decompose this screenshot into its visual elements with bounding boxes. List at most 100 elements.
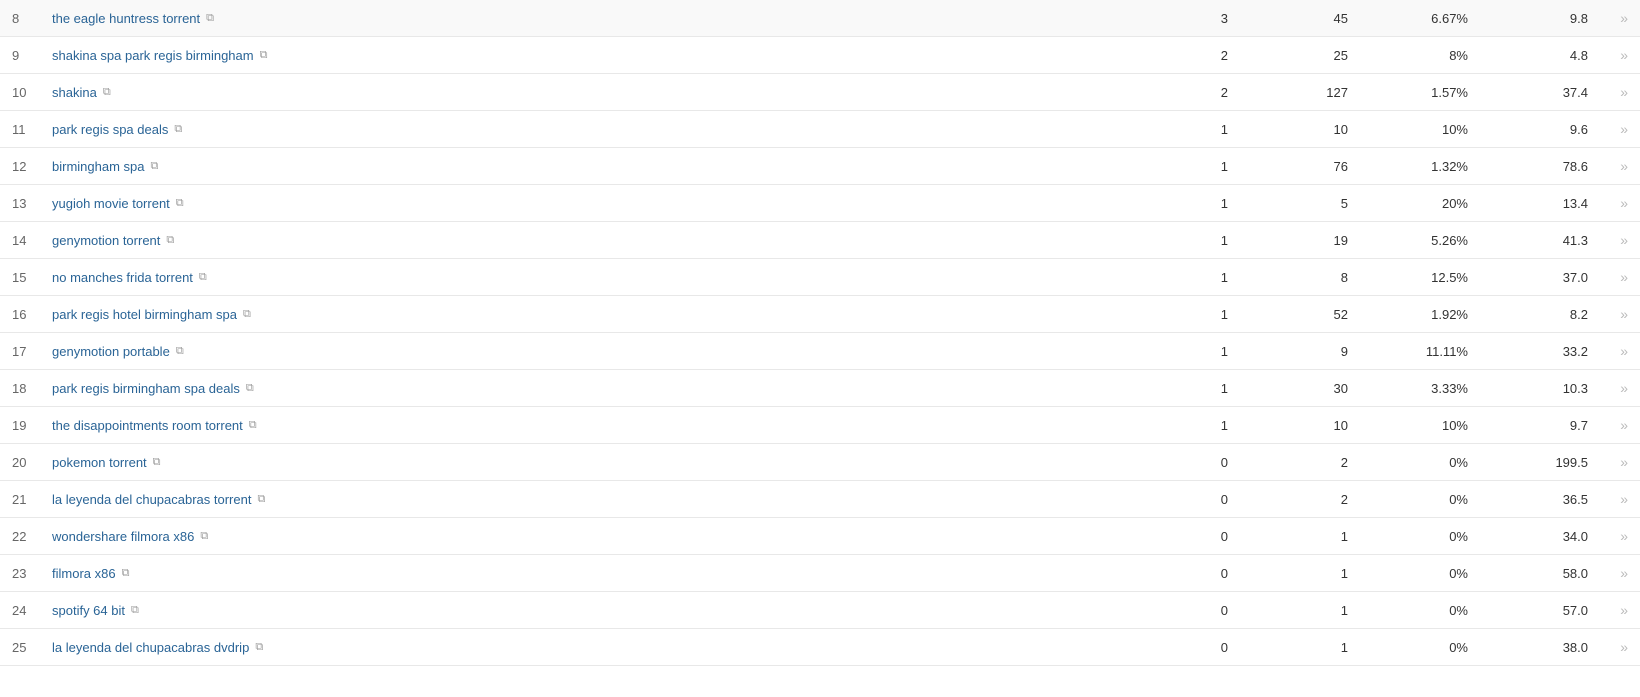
position-cell: 13.4 xyxy=(1480,185,1600,222)
keyword-link[interactable]: shakina xyxy=(52,85,97,100)
external-link-icon[interactable]: ⧉ xyxy=(206,12,214,25)
chevron-cell[interactable]: » xyxy=(1600,518,1640,555)
keyword-cell: shakina spa park regis birmingham ⧉ xyxy=(40,37,1120,74)
external-link-icon[interactable]: ⧉ xyxy=(174,123,182,136)
external-link-icon[interactable]: ⧉ xyxy=(257,493,265,506)
table-row: 17 genymotion portable ⧉ 1 9 11.11% 33.2… xyxy=(0,333,1640,370)
clicks-cell: 1 xyxy=(1120,407,1240,444)
keyword-link[interactable]: la leyenda del chupacabras torrent xyxy=(52,492,251,507)
keyword-link[interactable]: spotify 64 bit xyxy=(52,603,125,618)
chevron-icon: » xyxy=(1620,565,1628,581)
chevron-cell[interactable]: » xyxy=(1600,222,1640,259)
ctr-cell: 0% xyxy=(1360,629,1480,666)
external-link-icon[interactable]: ⧉ xyxy=(200,530,208,543)
chevron-cell[interactable]: » xyxy=(1600,444,1640,481)
external-link-icon[interactable]: ⧉ xyxy=(249,419,257,432)
keyword-link[interactable]: birmingham spa xyxy=(52,159,145,174)
chevron-cell[interactable]: » xyxy=(1600,481,1640,518)
chevron-cell[interactable]: » xyxy=(1600,370,1640,407)
chevron-cell[interactable]: » xyxy=(1600,296,1640,333)
impressions-cell: 25 xyxy=(1240,37,1360,74)
position-cell: 58.0 xyxy=(1480,555,1600,592)
chevron-cell[interactable]: » xyxy=(1600,148,1640,185)
table-row: 21 la leyenda del chupacabras torrent ⧉ … xyxy=(0,481,1640,518)
ctr-cell: 0% xyxy=(1360,518,1480,555)
keyword-link[interactable]: yugioh movie torrent xyxy=(52,196,170,211)
position-cell: 9.6 xyxy=(1480,111,1600,148)
external-link-icon[interactable]: ⧉ xyxy=(151,160,159,173)
clicks-cell: 1 xyxy=(1120,148,1240,185)
keyword-link[interactable]: filmora x86 xyxy=(52,566,116,581)
keyword-link[interactable]: park regis hotel birmingham spa xyxy=(52,307,237,322)
position-cell: 8.2 xyxy=(1480,296,1600,333)
external-link-icon[interactable]: ⧉ xyxy=(255,641,263,654)
chevron-cell[interactable]: » xyxy=(1600,185,1640,222)
impressions-cell: 10 xyxy=(1240,111,1360,148)
ctr-cell: 10% xyxy=(1360,407,1480,444)
keyword-link[interactable]: genymotion portable xyxy=(52,344,170,359)
ctr-cell: 20% xyxy=(1360,185,1480,222)
keyword-cell: wondershare filmora x86 ⧉ xyxy=(40,518,1120,555)
keyword-link[interactable]: park regis spa deals xyxy=(52,122,168,137)
chevron-icon: » xyxy=(1620,158,1628,174)
impressions-cell: 5 xyxy=(1240,185,1360,222)
external-link-icon[interactable]: ⧉ xyxy=(131,604,139,617)
row-number: 10 xyxy=(0,74,40,111)
chevron-cell[interactable]: » xyxy=(1600,629,1640,666)
external-link-icon[interactable]: ⧉ xyxy=(153,456,161,469)
row-number: 18 xyxy=(0,370,40,407)
external-link-icon[interactable]: ⧉ xyxy=(246,382,254,395)
keyword-link[interactable]: genymotion torrent xyxy=(52,233,160,248)
keyword-link[interactable]: the eagle huntress torrent xyxy=(52,11,200,26)
external-link-icon[interactable]: ⧉ xyxy=(243,308,251,321)
clicks-cell: 1 xyxy=(1120,222,1240,259)
row-number: 24 xyxy=(0,592,40,629)
chevron-icon: » xyxy=(1620,380,1628,396)
row-number: 16 xyxy=(0,296,40,333)
external-link-icon[interactable]: ⧉ xyxy=(103,86,111,99)
chevron-cell[interactable]: » xyxy=(1600,592,1640,629)
row-number: 11 xyxy=(0,111,40,148)
ctr-cell: 0% xyxy=(1360,444,1480,481)
external-link-icon[interactable]: ⧉ xyxy=(166,234,174,247)
external-link-icon[interactable]: ⧉ xyxy=(122,567,130,580)
external-link-icon[interactable]: ⧉ xyxy=(260,49,268,62)
chevron-cell[interactable]: » xyxy=(1600,555,1640,592)
row-number: 9 xyxy=(0,37,40,74)
keyword-cell: yugioh movie torrent ⧉ xyxy=(40,185,1120,222)
chevron-cell[interactable]: » xyxy=(1600,111,1640,148)
row-number: 15 xyxy=(0,259,40,296)
ctr-cell: 0% xyxy=(1360,555,1480,592)
keyword-link[interactable]: no manches frida torrent xyxy=(52,270,193,285)
keyword-link[interactable]: pokemon torrent xyxy=(52,455,147,470)
chevron-cell[interactable]: » xyxy=(1600,37,1640,74)
clicks-cell: 0 xyxy=(1120,444,1240,481)
keyword-link[interactable]: park regis birmingham spa deals xyxy=(52,381,240,396)
external-link-icon[interactable]: ⧉ xyxy=(176,197,184,210)
keyword-link[interactable]: shakina spa park regis birmingham xyxy=(52,48,254,63)
chevron-cell[interactable]: » xyxy=(1600,333,1640,370)
keyword-link[interactable]: la leyenda del chupacabras dvdrip xyxy=(52,640,249,655)
table-row: 19 the disappointments room torrent ⧉ 1 … xyxy=(0,407,1640,444)
chevron-cell[interactable]: » xyxy=(1600,0,1640,37)
chevron-icon: » xyxy=(1620,232,1628,248)
external-link-icon[interactable]: ⧉ xyxy=(199,271,207,284)
position-cell: 9.7 xyxy=(1480,407,1600,444)
ctr-cell: 1.32% xyxy=(1360,148,1480,185)
row-number: 21 xyxy=(0,481,40,518)
chevron-cell[interactable]: » xyxy=(1600,407,1640,444)
ctr-cell: 1.57% xyxy=(1360,74,1480,111)
keyword-link[interactable]: wondershare filmora x86 xyxy=(52,529,194,544)
table-row: 12 birmingham spa ⧉ 1 76 1.32% 78.6 » xyxy=(0,148,1640,185)
keyword-cell: the eagle huntress torrent ⧉ xyxy=(40,0,1120,37)
keyword-link[interactable]: the disappointments room torrent xyxy=(52,418,243,433)
row-number: 13 xyxy=(0,185,40,222)
external-link-icon[interactable]: ⧉ xyxy=(176,345,184,358)
clicks-cell: 0 xyxy=(1120,481,1240,518)
clicks-cell: 1 xyxy=(1120,259,1240,296)
clicks-cell: 1 xyxy=(1120,111,1240,148)
chevron-cell[interactable]: » xyxy=(1600,74,1640,111)
keyword-cell: la leyenda del chupacabras torrent ⧉ xyxy=(40,481,1120,518)
chevron-cell[interactable]: » xyxy=(1600,259,1640,296)
row-number: 23 xyxy=(0,555,40,592)
